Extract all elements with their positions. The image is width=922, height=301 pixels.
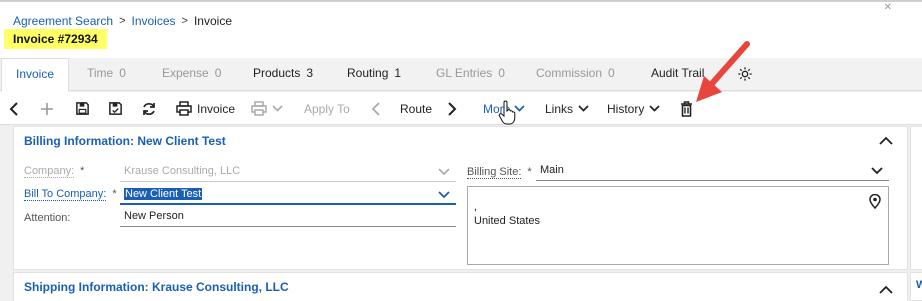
print-invoice-label: Invoice (197, 101, 236, 116)
save-close-icon (109, 102, 122, 115)
chevron-down-icon (438, 191, 450, 199)
route-next-button[interactable] (447, 92, 457, 125)
tab-time[interactable]: Time 0 (87, 58, 126, 91)
breadcrumb-current: Invoice (193, 14, 232, 28)
chevron-up-icon[interactable] (879, 285, 893, 294)
chevron-down-icon (438, 168, 450, 176)
tab-count: 0 (119, 66, 126, 80)
print-invoice-button[interactable]: Invoice (176, 92, 235, 125)
annotation-arrow-icon (696, 41, 750, 102)
billing-card-title: Billing Information: New Client Test (24, 134, 226, 148)
page-header: Agreement Search > Invoices > Invoice ✕ … (0, 0, 922, 58)
billing-site-value: Main (540, 164, 564, 176)
breadcrumb-separator-icon: > (181, 15, 188, 27)
save-button[interactable] (75, 92, 90, 125)
breadcrumb-agreement-search[interactable]: Agreement Search (13, 14, 113, 28)
company-field[interactable]: Krause Consulting, LLC (120, 162, 456, 182)
chevron-left-icon (371, 101, 380, 116)
close-icon[interactable]: ✕ (884, 2, 892, 13)
shipping-card-title: Shipping Information: Krause Consulting,… (24, 280, 289, 294)
tab-count: 3 (306, 66, 314, 80)
tab-label: Expense (162, 66, 209, 80)
bill-to-company-value: New Client Test (124, 188, 203, 200)
tab-gl-entries[interactable]: GL Entries 0 (436, 58, 505, 91)
tab-routing[interactable]: Routing 1 (347, 58, 401, 91)
apply-to-label: Apply To (304, 101, 350, 116)
chevron-right-icon (448, 101, 457, 116)
tab-label: Invoice (16, 67, 55, 81)
apply-to-button[interactable]: Apply To (304, 92, 350, 125)
billing-site-field[interactable]: Main (536, 161, 889, 181)
refresh-button[interactable] (141, 92, 157, 125)
address-country: United States (474, 215, 541, 227)
save-and-close-button[interactable] (108, 92, 123, 125)
printer-icon (176, 101, 192, 116)
attention-field[interactable]: New Person (120, 207, 456, 227)
side-panel-title: W (916, 279, 922, 291)
printer-icon (251, 101, 267, 116)
chevron-down-icon (578, 105, 589, 112)
bill-to-label-text: Bill To Company: (24, 188, 107, 201)
map-pin-icon[interactable] (869, 194, 881, 209)
chevron-left-icon (9, 101, 18, 116)
chevron-down-icon (649, 105, 660, 112)
attention-label: Attention: (24, 212, 71, 224)
tab-count: 0 (608, 66, 615, 80)
required-mark: * (527, 166, 532, 178)
company-label-text: Company: (24, 165, 75, 178)
chevron-down-icon (871, 167, 883, 175)
company-label: Company: * (24, 165, 85, 178)
side-panel-card-2: W (910, 272, 922, 301)
history-label: History (607, 101, 645, 116)
tab-label: Routing (347, 66, 389, 80)
tab-commission[interactable]: Commission 0 (536, 58, 615, 91)
add-button[interactable] (40, 92, 54, 125)
tab-label: Products (253, 66, 301, 80)
route-previous-button[interactable] (371, 92, 381, 125)
links-menu-button[interactable]: Links (545, 92, 589, 125)
toolbar: Invoice Apply To Route More Links Histor… (0, 92, 922, 125)
billing-site-label: Billing Site: * (467, 166, 532, 179)
save-icon (76, 102, 89, 115)
bill-to-company-field[interactable]: New Client Test (120, 185, 456, 205)
chevron-down-icon (272, 105, 283, 112)
links-label: Links (545, 101, 574, 116)
plus-icon (41, 102, 53, 115)
back-button[interactable] (9, 92, 19, 125)
tab-count: 1 (394, 66, 402, 80)
tab-label: Time (87, 66, 114, 80)
bill-to-company-label[interactable]: Bill To Company: * (24, 188, 117, 201)
tab-bar: Invoice Time 0 Expense 0 Products 3 Routing… (0, 58, 922, 92)
tab-label: Commission (536, 66, 603, 80)
address-line-1: , (474, 201, 478, 213)
breadcrumb-separator-icon: > (119, 15, 126, 27)
history-menu-button[interactable]: History (607, 92, 660, 125)
tab-expense[interactable]: Expense 0 (162, 58, 221, 91)
billing-information-card: Billing Information: New Client Test Com… (13, 126, 908, 270)
required-mark: * (80, 165, 85, 177)
page-title: Invoice #72934 (4, 29, 107, 49)
chevron-up-icon[interactable] (879, 136, 893, 145)
tab-products[interactable]: Products 3 (253, 58, 313, 91)
tab-label: GL Entries (436, 66, 493, 80)
tab-count: 0 (498, 66, 505, 80)
breadcrumb-invoices[interactable]: Invoices (132, 14, 176, 28)
breadcrumb: Agreement Search > Invoices > Invoice (13, 14, 232, 28)
hand-cursor-icon (498, 100, 516, 125)
attention-value: New Person (124, 210, 184, 222)
route-button[interactable]: Route (400, 92, 432, 125)
side-panel-card (910, 126, 922, 270)
tab-count: 0 (214, 66, 222, 80)
required-mark: * (112, 188, 117, 200)
route-label: Route (400, 101, 433, 116)
billing-address-box[interactable]: , United States (467, 186, 889, 265)
tab-invoice[interactable]: Invoice (1, 58, 70, 92)
company-value: Krause Consulting, LLC (124, 165, 241, 177)
billing-site-label-text: Billing Site: (467, 166, 522, 179)
shipping-information-card: Shipping Information: Krause Consulting,… (13, 272, 908, 301)
print-options-dropdown[interactable] (251, 92, 283, 125)
refresh-icon (143, 102, 155, 115)
